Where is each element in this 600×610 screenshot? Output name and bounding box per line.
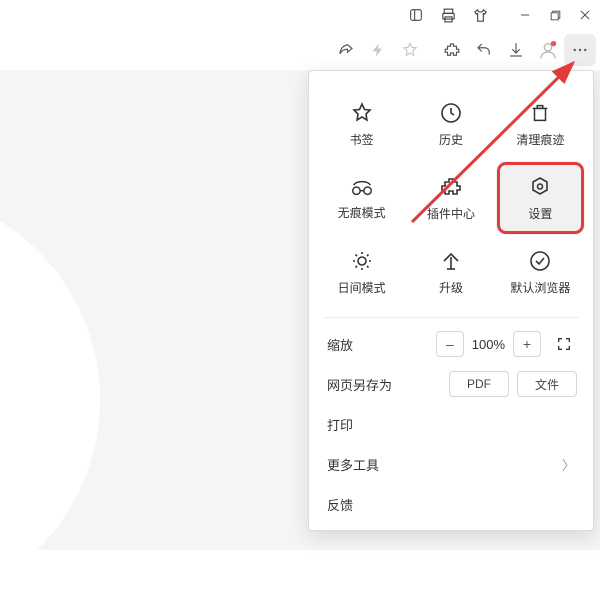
star-icon <box>350 101 374 125</box>
menu-label: 插件中心 <box>427 205 475 222</box>
menu-default-browser[interactable]: 默认浏览器 <box>496 235 585 309</box>
zoom-label: 缩放 <box>327 335 353 354</box>
more-tools-label: 更多工具 <box>327 455 379 474</box>
window-titlebar <box>0 0 600 30</box>
print-label: 打印 <box>327 415 353 434</box>
menu-day-mode[interactable]: 日间模式 <box>317 235 406 309</box>
window-close-button[interactable] <box>570 0 600 30</box>
save-pdf-button[interactable]: PDF <box>449 371 509 397</box>
favorite-star-icon[interactable] <box>394 34 426 66</box>
menu-label: 书签 <box>350 131 374 148</box>
chevron-right-icon: 〉 <box>562 455 575 474</box>
extensions-icon[interactable] <box>436 34 468 66</box>
puzzle-icon <box>439 175 463 199</box>
menu-incognito[interactable]: 无痕模式 <box>317 161 406 235</box>
save-as-label: 网页另存为 <box>327 375 392 394</box>
menu-label: 设置 <box>528 205 552 222</box>
menu-extensions[interactable]: 插件中心 <box>406 161 495 235</box>
trash-icon <box>529 101 551 125</box>
menu-grid: 书签 历史 清理痕迹 无痕模式 插件中心 设置 日间模式 升级 <box>309 81 593 311</box>
titlebar-extra-icons <box>401 0 495 30</box>
profile-avatar-icon[interactable] <box>532 34 564 66</box>
bolt-icon[interactable] <box>362 34 394 66</box>
more-menu-button[interactable] <box>564 34 596 66</box>
menu-zoom-row: 缩放 – 100% + <box>309 324 593 364</box>
zoom-value: 100% <box>470 337 507 352</box>
menu-more-tools[interactable]: 更多工具 〉 <box>309 444 593 484</box>
zoom-in-button[interactable]: + <box>513 331 541 357</box>
settings-hex-icon <box>528 175 552 199</box>
menu-bookmarks[interactable]: 书签 <box>317 87 406 161</box>
menu-label: 默认浏览器 <box>510 279 570 296</box>
menu-clear-data[interactable]: 清理痕迹 <box>496 87 585 161</box>
feedback-label: 反馈 <box>327 495 353 514</box>
menu-settings[interactable]: 设置 <box>496 161 585 235</box>
undo-icon[interactable] <box>468 34 500 66</box>
menu-divider <box>323 317 579 318</box>
menu-print[interactable]: 打印 <box>309 404 593 444</box>
check-circle-icon <box>528 249 552 273</box>
window-controls <box>510 0 600 30</box>
decorative-curve <box>0 190 100 610</box>
overflow-menu-panel: 书签 历史 清理痕迹 无痕模式 插件中心 设置 日间模式 升级 <box>308 70 594 531</box>
clock-icon <box>439 101 463 125</box>
menu-label: 无痕模式 <box>338 204 386 221</box>
menu-history[interactable]: 历史 <box>406 87 495 161</box>
window-maximize-button[interactable] <box>540 0 570 30</box>
upgrade-arrow-icon <box>439 249 463 273</box>
sun-icon <box>350 249 374 273</box>
downloads-icon[interactable] <box>500 34 532 66</box>
zoom-out-button[interactable]: – <box>436 331 464 357</box>
menu-label: 历史 <box>439 131 463 148</box>
incognito-icon <box>349 176 375 198</box>
browser-toolbar <box>0 30 600 71</box>
menu-save-as-row: 网页另存为 PDF 文件 <box>309 364 593 404</box>
menu-label: 升级 <box>439 279 463 296</box>
menu-label: 清理痕迹 <box>516 131 564 148</box>
apparel-icon[interactable] <box>465 0 495 30</box>
share-icon[interactable] <box>330 34 362 66</box>
save-file-button[interactable]: 文件 <box>517 371 577 397</box>
menu-feedback[interactable]: 反馈 <box>309 484 593 524</box>
print-titlebar-icon[interactable] <box>433 0 463 30</box>
fullscreen-button[interactable] <box>551 332 577 356</box>
sidebar-toggle-icon[interactable] <box>401 0 431 30</box>
menu-label: 日间模式 <box>338 279 386 296</box>
menu-upgrade[interactable]: 升级 <box>406 235 495 309</box>
fullscreen-icon <box>556 336 572 352</box>
window-minimize-button[interactable] <box>510 0 540 30</box>
